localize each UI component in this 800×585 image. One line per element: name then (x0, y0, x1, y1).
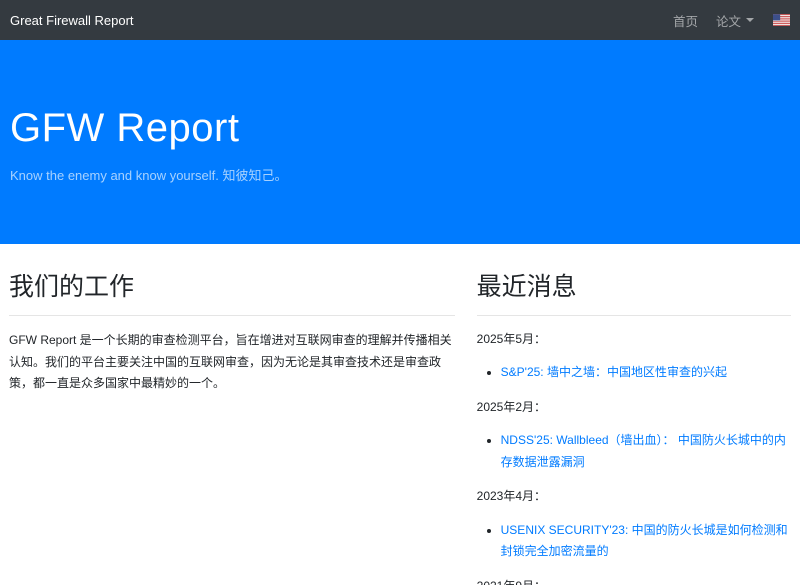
recent-news-divider (477, 315, 791, 316)
section-our-work: 我们的工作 GFW Report 是一个长期的审查检测平台，旨在增进对互联网审查… (9, 244, 455, 585)
us-flag-icon (773, 14, 790, 26)
nav-link-papers-dropdown[interactable]: 论文 (707, 11, 763, 30)
news-item: NDSS'25: Wallbleed（墙出血）： 中国防火长城中的内存数据泄露漏… (501, 430, 791, 473)
news-list: USENIX SECURITY'23: 中国的防火长城是如何检测和封锁完全加密流… (477, 520, 791, 563)
news-list: NDSS'25: Wallbleed（墙出血）： 中国防火长城中的内存数据泄露漏… (477, 430, 791, 473)
language-switch-link[interactable] (773, 14, 790, 26)
nav-link-papers-label: 论文 (716, 11, 741, 30)
news-item: S&P'25: 墙中之墙：中国地区性审查的兴起 (501, 362, 791, 384)
news-date: 2021年9月： (477, 577, 791, 585)
hero-title: GFW Report (10, 104, 790, 152)
main-content: 我们的工作 GFW Report 是一个长期的审查检测平台，旨在增进对互联网审查… (0, 244, 800, 585)
navbar-links: 首页 论文 (664, 11, 790, 30)
news-date: 2023年4月： (477, 487, 791, 506)
news-item: USENIX SECURITY'23: 中国的防火长城是如何检测和封锁完全加密流… (501, 520, 791, 563)
news-date: 2025年5月： (477, 330, 791, 349)
hero-subtitle: Know the enemy and know yourself. 知彼知己。 (10, 165, 790, 184)
news-link-usenix23[interactable]: USENIX SECURITY'23: 中国的防火长城是如何检测和封锁完全加密流… (501, 523, 788, 559)
our-work-heading: 我们的工作 (9, 272, 455, 303)
news-date: 2025年2月： (477, 398, 791, 417)
news-link-sp25[interactable]: S&P'25: 墙中之墙：中国地区性审查的兴起 (501, 365, 727, 379)
our-work-paragraph: GFW Report 是一个长期的审查检测平台，旨在增进对互联网审查的理解并传播… (9, 330, 455, 394)
recent-news-heading: 最近消息 (477, 272, 791, 303)
top-navbar: Great Firewall Report 首页 论文 (0, 0, 800, 40)
section-recent-news: 最近消息 2025年5月： S&P'25: 墙中之墙：中国地区性审查的兴起 20… (477, 244, 791, 585)
our-work-divider (9, 315, 455, 316)
nav-link-home[interactable]: 首页 (664, 11, 707, 30)
hero-banner: GFW Report Know the enemy and know yours… (0, 40, 800, 244)
chevron-down-icon (746, 18, 754, 22)
news-link-ndss25[interactable]: NDSS'25: Wallbleed（墙出血）： 中国防火长城中的内存数据泄露漏… (501, 433, 786, 469)
brand-link[interactable]: Great Firewall Report (10, 13, 134, 28)
news-list: S&P'25: 墙中之墙：中国地区性审查的兴起 (477, 362, 791, 384)
